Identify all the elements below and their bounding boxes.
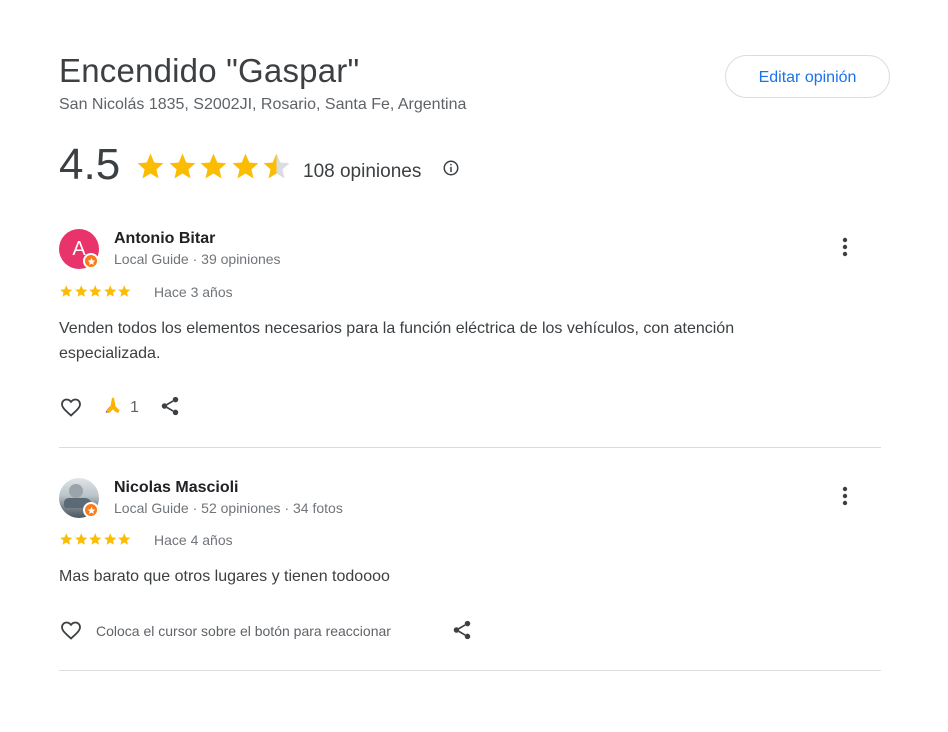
star-icon [137, 153, 164, 179]
rating-value: 4.5 [59, 140, 121, 189]
local-guide-star-icon [83, 502, 99, 518]
star-icon [169, 153, 195, 179]
info-icon[interactable] [442, 159, 460, 177]
pray-emoji-icon[interactable] [103, 396, 123, 416]
reaction-hint: Coloca el cursor sobre el botón para rea… [96, 623, 391, 639]
heart-icon[interactable] [59, 618, 83, 642]
review-text: Venden todos los elementos necesarios pa… [59, 320, 735, 362]
place-title: Encendido "Gaspar" [59, 52, 360, 89]
more-vert-icon[interactable] [833, 235, 857, 259]
star-icon [74, 533, 87, 545]
star-icon [118, 533, 131, 545]
reviewer-name[interactable]: Antonio Bitar [114, 229, 215, 249]
star-icon [118, 285, 131, 297]
rating-stars [135, 151, 293, 182]
review-time: Hace 3 años [154, 284, 233, 300]
star-icon [89, 285, 102, 297]
star-icon [60, 285, 73, 297]
review-stars [59, 532, 132, 547]
star-icon [89, 533, 102, 545]
local-guide-star-icon [83, 253, 99, 269]
star-icon [103, 533, 117, 545]
reviewer-name[interactable]: Nicolas Mascioli [114, 478, 239, 498]
star-icon [60, 533, 73, 545]
divider [59, 670, 881, 671]
share-icon[interactable] [159, 394, 181, 418]
star-icon [200, 153, 227, 179]
reviewer-meta: Local Guide · 52 opiniones · 34 fotos [114, 500, 343, 516]
review-card: A Antonio Bitar Local Guide · 39 opinion… [59, 229, 881, 424]
divider [59, 447, 881, 448]
review-time: Hace 4 años [154, 532, 233, 548]
star-icon [232, 153, 258, 179]
review-card: Nicolas Mascioli Local Guide · 52 opinio… [59, 478, 881, 648]
avatar[interactable]: A [59, 229, 99, 269]
share-icon[interactable] [451, 618, 473, 642]
more-vert-icon[interactable] [833, 484, 857, 508]
star-icon [74, 285, 87, 297]
reviewer-meta: Local Guide · 39 opiniones [114, 251, 281, 267]
review-text: Mas barato que otros lugares y tienen to… [59, 568, 390, 585]
edit-review-button[interactable]: Editar opinión [725, 55, 890, 98]
review-stars [59, 284, 132, 299]
half-star-icon [263, 153, 290, 179]
reaction-count: 1 [130, 399, 139, 416]
heart-icon[interactable] [59, 395, 83, 419]
place-address: San Nicolás 1835, S2002JI, Rosario, Sant… [59, 96, 467, 113]
avatar[interactable] [59, 478, 99, 518]
star-icon [103, 285, 117, 297]
review-count: 108 opiniones [303, 161, 422, 182]
